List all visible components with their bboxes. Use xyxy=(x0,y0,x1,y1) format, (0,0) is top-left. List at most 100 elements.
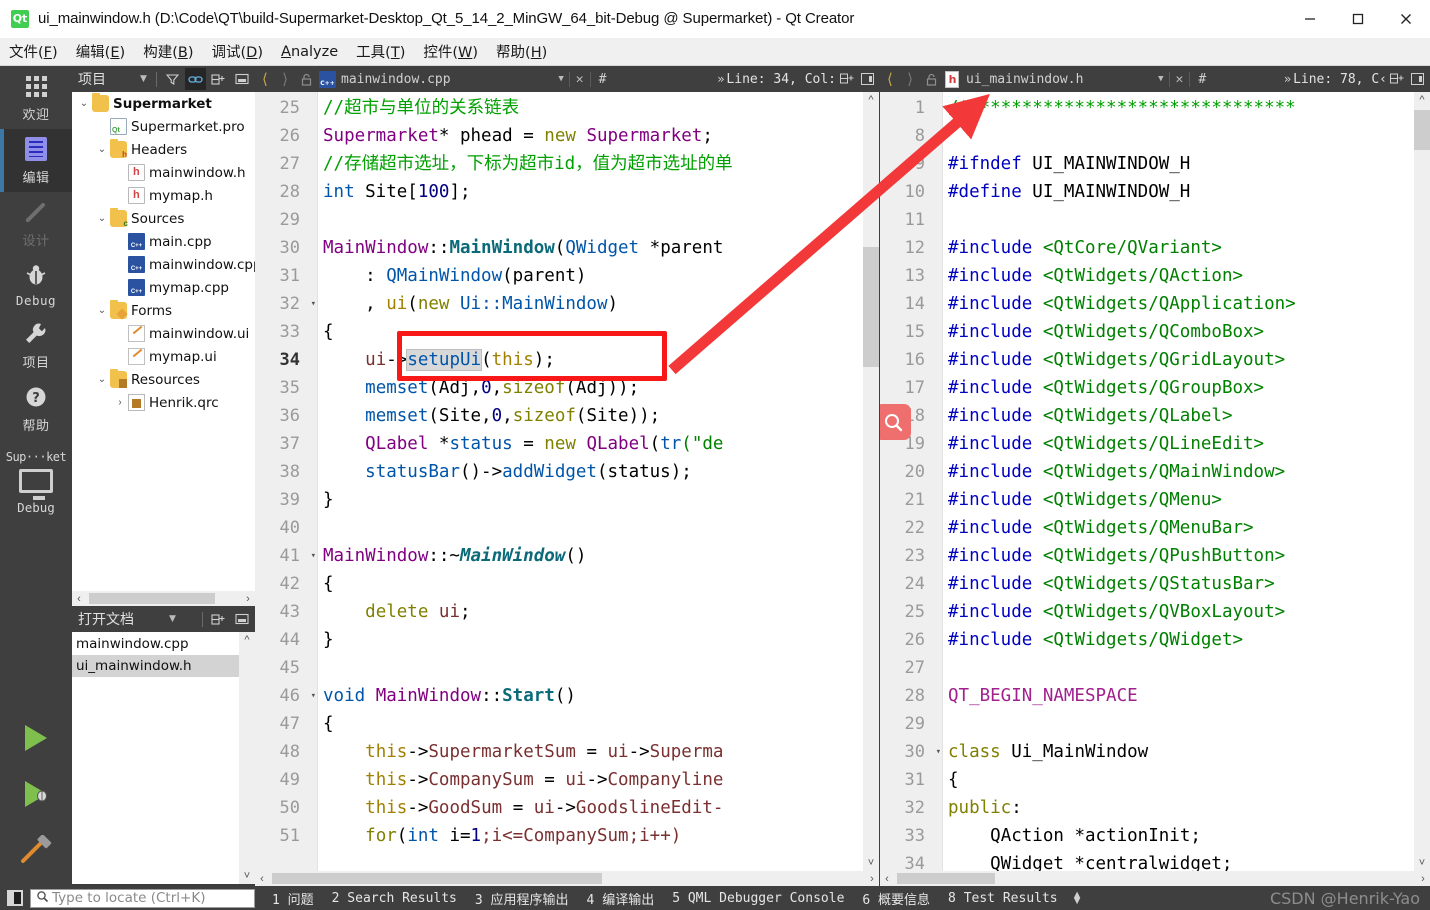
sidebar-toggle-icon[interactable] xyxy=(0,886,30,910)
editor-left-filename[interactable]: mainwindow.cpp xyxy=(341,72,451,87)
lock-icon[interactable] xyxy=(295,73,317,86)
editor-right-vscrollbar[interactable]: ^ ˅ xyxy=(1414,92,1430,871)
open-document-ui_mainwindow.h[interactable]: ui_mainwindow.h xyxy=(72,655,239,677)
maximize-button[interactable] xyxy=(1334,0,1382,38)
activity-item-帮助[interactable]: ? 帮助 xyxy=(0,377,72,440)
tree-item-Sources[interactable]: ⌄ Sources xyxy=(72,207,255,230)
tree-item-mainwindow.h[interactable]: mainwindow.h xyxy=(72,161,255,184)
tree-item-mymap.h[interactable]: mymap.h xyxy=(72,184,255,207)
code-line[interactable]: { xyxy=(323,710,863,738)
expand-arrow-icon[interactable]: ⌄ xyxy=(94,374,110,385)
close-split-icon[interactable] xyxy=(1409,70,1427,88)
code-line[interactable]: this->CompanySum = ui->Companyline xyxy=(323,766,863,794)
scroll-left-icon[interactable]: ‹ xyxy=(255,873,269,885)
scroll-right-icon[interactable]: › xyxy=(865,873,879,885)
code-line[interactable]: #include <QtWidgets/QMenu> xyxy=(948,486,1414,514)
activity-item-编辑[interactable]: 编辑 xyxy=(0,129,72,192)
tree-item-main.cpp[interactable]: main.cpp xyxy=(72,230,255,253)
code-line[interactable]: public: xyxy=(948,794,1414,822)
editor-left-code[interactable]: 25 26 27 28 29 30 31 32 ▾ 33 34 35 36 37 38 39 40 41 ▾ 42 43… xyxy=(255,92,879,886)
code-line[interactable]: QT_BEGIN_NAMESPACE xyxy=(948,682,1414,710)
nav-back-icon[interactable]: ⟨ xyxy=(880,66,900,92)
editor-right-text[interactable]: /******************************** #ifnde… xyxy=(948,92,1414,871)
code-line[interactable]: memset(Adj,0,sizeof(Adj)); xyxy=(323,374,863,402)
code-line[interactable] xyxy=(948,654,1414,682)
code-line[interactable]: #include <QtWidgets/QVBoxLayout> xyxy=(948,598,1414,626)
open-document-mainwindow.cpp[interactable]: mainwindow.cpp xyxy=(72,633,239,655)
menu-item-0[interactable]: 文件(F) xyxy=(0,38,67,65)
lock-icon[interactable] xyxy=(920,73,942,86)
code-line[interactable]: QLabel *status = new QLabel(tr("de xyxy=(323,430,863,458)
code-line[interactable] xyxy=(948,122,1414,150)
hscroll-thumb[interactable] xyxy=(89,593,215,604)
fold-arrow-icon[interactable]: ▾ xyxy=(936,738,941,766)
status-tab-8[interactable]: 8 Test Results xyxy=(939,891,1067,906)
code-line[interactable]: #include <QtWidgets/QMenuBar> xyxy=(948,514,1414,542)
updown-arrows-icon[interactable]: ▲ ▼ xyxy=(1067,890,1088,907)
code-line[interactable]: delete ui; xyxy=(323,598,863,626)
menu-item-5[interactable]: 工具(T) xyxy=(347,38,414,65)
split-add-icon[interactable] xyxy=(208,68,229,90)
code-line[interactable]: #include <QtWidgets/QLineEdit> xyxy=(948,430,1414,458)
vscroll-thumb[interactable] xyxy=(863,247,879,367)
hscroll-thumb[interactable] xyxy=(272,873,602,884)
code-line[interactable]: this->SupermarketSum = ui->Superma xyxy=(323,738,863,766)
code-line[interactable]: #include <QtWidgets/QApplication> xyxy=(948,290,1414,318)
code-line[interactable]: #include <QtWidgets/QMainWindow> xyxy=(948,458,1414,486)
code-line[interactable]: //超市与单位的关系链表 xyxy=(323,94,863,122)
code-line[interactable] xyxy=(323,514,863,542)
tree-item-Forms[interactable]: ⌄ Forms xyxy=(72,299,255,322)
menu-item-2[interactable]: 构建(B) xyxy=(134,38,202,65)
tree-item-Headers[interactable]: ⌄ Headers xyxy=(72,138,255,161)
scroll-down-icon[interactable]: ˅ xyxy=(1414,855,1430,871)
code-line[interactable]: } xyxy=(323,626,863,654)
expand-arrow-icon[interactable]: ⌄ xyxy=(76,98,92,109)
status-tab-2[interactable]: 2 Search Results xyxy=(323,891,466,906)
scroll-up-icon[interactable]: ^ xyxy=(239,632,255,648)
status-tab-3[interactable]: 3 应用程序输出 xyxy=(466,889,578,908)
menu-item-7[interactable]: 帮助(H) xyxy=(487,38,556,65)
code-line[interactable]: #define UI_MAINWINDOW_H xyxy=(948,178,1414,206)
status-tab-1[interactable]: 1 问题 xyxy=(263,889,323,908)
code-line[interactable]: #include <QtWidgets/QWidget> xyxy=(948,626,1414,654)
split-add-icon[interactable] xyxy=(208,608,229,630)
menu-item-1[interactable]: 编辑(E) xyxy=(67,38,135,65)
tree-item-mymap.cpp[interactable]: mymap.cpp xyxy=(72,276,255,299)
collapse-panel-icon[interactable] xyxy=(231,608,252,630)
code-line[interactable]: MainWindow::~MainWindow() xyxy=(323,542,863,570)
code-line[interactable]: #include <QtCore/QVariant> xyxy=(948,234,1414,262)
code-line[interactable]: } xyxy=(323,486,863,514)
project-tree[interactable]: ⌄ Supermarket Supermarket.pro ⌄ Headers mainw… xyxy=(72,92,255,582)
scroll-up-icon[interactable]: ^ xyxy=(863,92,879,108)
debug-button[interactable] xyxy=(0,766,72,822)
close-editor-icon[interactable]: ✕ xyxy=(1168,71,1191,87)
vscroll-thumb[interactable] xyxy=(1414,110,1430,150)
code-line[interactable]: class Ui_MainWindow xyxy=(948,738,1414,766)
editor-right-hscrollbar[interactable]: ‹ › xyxy=(880,871,1430,886)
link-sync-icon[interactable] xyxy=(185,68,206,90)
nav-back-icon[interactable]: ⟨ xyxy=(255,66,275,92)
expand-arrow-icon[interactable]: ⌄ xyxy=(94,144,110,155)
editor-left-hscrollbar[interactable]: ‹ › xyxy=(255,871,879,886)
code-line[interactable]: QAction *actionInit; xyxy=(948,822,1414,850)
code-line[interactable] xyxy=(948,206,1414,234)
scroll-up-icon[interactable]: ^ xyxy=(1414,92,1430,108)
code-line[interactable]: #include <QtWidgets/QStatusBar> xyxy=(948,570,1414,598)
activity-item-欢迎[interactable]: 欢迎 xyxy=(0,66,72,129)
locator-input[interactable]: Type to locate (Ctrl+K) xyxy=(30,888,255,908)
tree-item-Supermarket.pro[interactable]: Supermarket.pro xyxy=(72,115,255,138)
code-line[interactable]: #include <QtWidgets/QAction> xyxy=(948,262,1414,290)
code-line[interactable]: { xyxy=(323,318,863,346)
code-line[interactable]: void MainWindow::Start() xyxy=(323,682,863,710)
code-line[interactable]: { xyxy=(948,766,1414,794)
filter-icon[interactable] xyxy=(162,68,183,90)
code-line[interactable]: #include <QtWidgets/QGridLayout> xyxy=(948,346,1414,374)
code-line[interactable]: #ifndef UI_MAINWINDOW_H xyxy=(948,150,1414,178)
run-button[interactable] xyxy=(0,710,72,766)
editor-right-code[interactable]: 1 8 9 10 11 12 13 14 15 16 17 18 19 20 21 22 23 24 25 26 27 2… xyxy=(880,92,1430,886)
editor-right-filename[interactable]: ui_mainwindow.h xyxy=(966,72,1083,87)
code-line[interactable]: for(int i=1;i<=CompanySum;i++) xyxy=(323,822,863,850)
tree-item-Henrik.qrc[interactable]: › Henrik.qrc xyxy=(72,391,255,414)
expand-arrow-icon[interactable]: › xyxy=(112,397,128,408)
code-line[interactable]: statusBar()->addWidget(status); xyxy=(323,458,863,486)
